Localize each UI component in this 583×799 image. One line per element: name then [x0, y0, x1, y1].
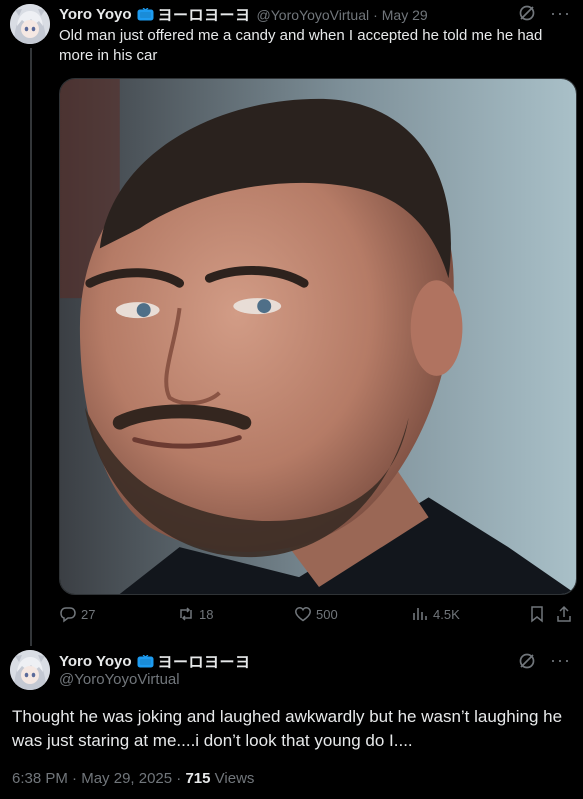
reply-header: Yoro Yoyo ヨーロヨーヨ @YoroYoyoVirtual · May …: [59, 4, 428, 25]
reply-action-bar: 27 18 500 4.5K: [59, 605, 577, 629]
grok-icon[interactable]: [518, 4, 536, 22]
like-count: 500: [316, 606, 338, 622]
post-date[interactable]: May 29, 2025: [81, 770, 172, 787]
post-time[interactable]: 6:38 PM: [12, 770, 68, 787]
post-date[interactable]: May 29: [382, 7, 428, 23]
reply-icon: [60, 607, 76, 623]
avatar[interactable]: [10, 4, 50, 44]
share-button[interactable]: [555, 605, 577, 623]
repost-button[interactable]: 18: [177, 605, 213, 623]
post-image[interactable]: [59, 78, 577, 595]
main-post-header: Yoro Yoyo ヨーロヨーヨ: [59, 651, 251, 672]
heart-icon: [295, 607, 311, 622]
tv-icon: [137, 7, 154, 22]
separator-dot: ·: [176, 770, 182, 787]
display-name[interactable]: Yoro Yoyo: [59, 6, 132, 23]
name-suffix: ヨーロヨーヨ: [157, 7, 251, 24]
separator-dot: ·: [373, 6, 378, 23]
tv-icon: [137, 654, 154, 669]
grok-icon[interactable]: [518, 652, 536, 670]
bookmark-icon: [531, 606, 543, 623]
views-button[interactable]: 4.5K: [411, 605, 460, 623]
more-options-icon[interactable]: ···: [550, 4, 571, 22]
bookmark-button[interactable]: [528, 605, 550, 623]
reply-count: 27: [81, 606, 96, 622]
separator-dot: ·: [72, 770, 78, 787]
name-suffix: ヨーロヨーヨ: [157, 654, 251, 671]
views-icon: [413, 608, 427, 620]
more-options-icon[interactable]: ···: [550, 650, 571, 671]
display-name[interactable]: Yoro Yoyo: [59, 653, 132, 670]
main-post-header-actions: ···: [518, 650, 571, 671]
avatar[interactable]: [10, 650, 50, 690]
main-post-text: Thought he was joking and laughed awkwar…: [12, 707, 563, 750]
views-count: 715: [185, 770, 211, 787]
thread-connector-line: [30, 48, 32, 646]
handle[interactable]: @YoroYoyoVirtual: [59, 671, 180, 688]
repost-icon: [180, 607, 192, 621]
reply-post-text: Old man just offered me a candy and when…: [59, 27, 543, 64]
reply-button[interactable]: 27: [59, 605, 95, 623]
reply-header-actions: ···: [518, 4, 571, 22]
repost-count: 18: [199, 606, 214, 622]
share-icon: [557, 605, 571, 622]
post-metadata: 6:38 PM · May 29, 2025 · 715 Views: [12, 770, 254, 787]
handle[interactable]: @YoroYoyoVirtual: [257, 7, 370, 23]
views-label: Views: [214, 770, 255, 787]
views-count: 4.5K: [433, 606, 460, 622]
like-button[interactable]: 500: [294, 605, 338, 623]
